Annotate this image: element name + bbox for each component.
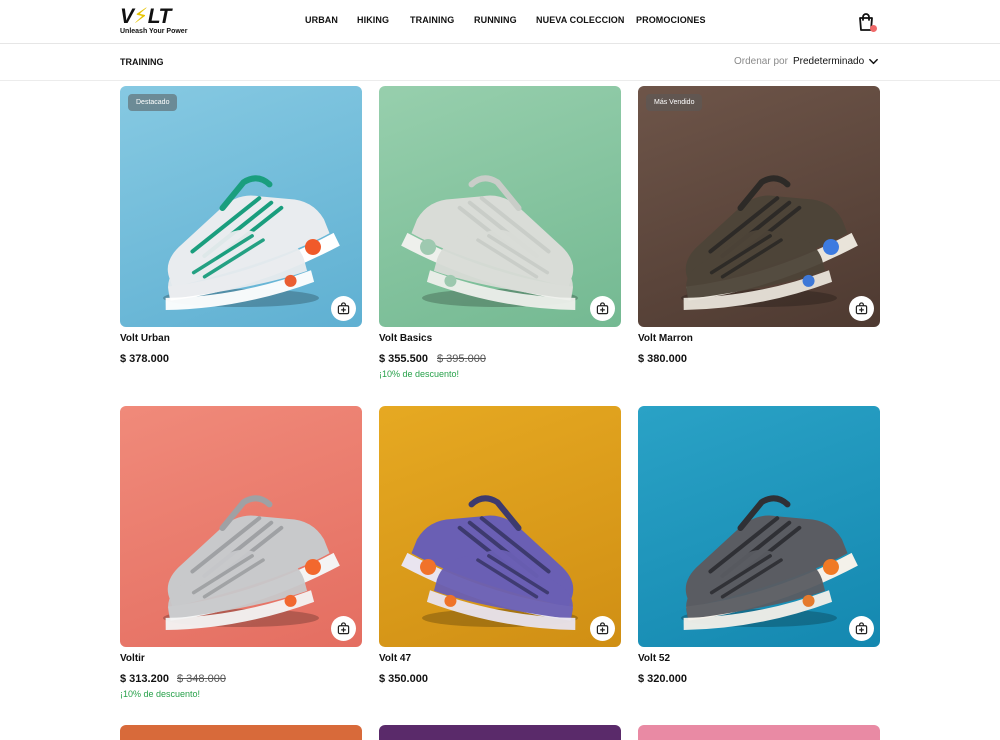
product-image[interactable] (379, 406, 621, 647)
product-name[interactable]: Volt Urban (120, 333, 170, 344)
product-image[interactable] (379, 86, 621, 327)
sort-label: Ordenar por (734, 56, 788, 67)
product-image[interactable]: Más Vendido (638, 86, 880, 327)
product-badge: Destacado (128, 94, 178, 111)
product-name[interactable]: Volt 47 (379, 653, 411, 664)
bag-plus-icon (855, 302, 868, 315)
top-header: V⚡LT Unleash Your Power URBAN HIKING TRA… (0, 0, 1000, 44)
logo-tagline: Unleash Your Power (120, 28, 188, 35)
product-card-partial[interactable] (379, 725, 621, 740)
add-to-cart-button[interactable] (849, 296, 874, 321)
product-price: $ 378.000 (120, 353, 169, 365)
product-name[interactable]: Volt 52 (638, 653, 670, 664)
product-name[interactable]: Volt Marron (638, 333, 693, 344)
nav-item-urban[interactable]: URBAN (305, 15, 338, 25)
bolt-icon: ⚡ (133, 5, 149, 28)
logo-wordmark: V⚡LT (120, 5, 171, 28)
product-card[interactable]: Voltir $ 313.200 $ 348.000 ¡10% de descuent… (120, 406, 362, 699)
nav-item-promociones[interactable]: PROMOCIONES (636, 15, 706, 25)
product-old-price: $ 395.000 (437, 353, 486, 365)
product-price: $ 350.000 (379, 673, 428, 685)
discount-label: ¡10% de descuento! (379, 369, 460, 379)
add-to-cart-button[interactable] (331, 296, 356, 321)
nav-item-nueva-coleccion[interactable]: NUEVA COLECCION (536, 15, 625, 25)
product-card-partial[interactable] (638, 725, 880, 740)
discount-label: ¡10% de descuento! (120, 689, 201, 699)
product-name[interactable]: Voltir (120, 653, 145, 664)
product-card[interactable]: Volt 47 $ 350.000 (379, 406, 621, 685)
bag-plus-icon (855, 622, 868, 635)
bag-plus-icon (596, 302, 609, 315)
product-price: $ 355.500 (379, 353, 428, 365)
product-card[interactable]: Más Vendido Volt Marron $ 380.000 (638, 86, 880, 365)
category-title: TRAINING (120, 57, 164, 67)
product-card[interactable]: Destacado Volt Urban $ 378.000 (120, 86, 362, 365)
product-card-partial[interactable] (120, 725, 362, 740)
add-to-cart-button[interactable] (590, 296, 615, 321)
product-old-price: $ 348.000 (177, 673, 226, 685)
product-image[interactable] (638, 406, 880, 647)
cart-notification-dot (870, 25, 877, 32)
product-image[interactable]: Destacado (120, 86, 362, 327)
product-price: $ 320.000 (638, 673, 687, 685)
category-bar: TRAINING Ordenar por Predeterminado (0, 44, 1000, 81)
nav-item-training[interactable]: TRAINING (410, 15, 454, 25)
product-badge: Más Vendido (646, 94, 703, 111)
bag-plus-icon (596, 622, 609, 635)
brand-logo[interactable]: V⚡LT Unleash Your Power (120, 6, 192, 38)
product-card[interactable]: Volt 52 $ 320.000 (638, 406, 880, 685)
product-price: $ 380.000 (638, 353, 687, 365)
add-to-cart-button[interactable] (331, 616, 356, 641)
chevron-down-icon[interactable] (868, 56, 879, 67)
product-name[interactable]: Volt Basics (379, 333, 432, 344)
nav-item-hiking[interactable]: HIKING (357, 15, 389, 25)
add-to-cart-button[interactable] (590, 616, 615, 641)
product-price: $ 313.200 (120, 673, 169, 685)
bag-plus-icon (337, 622, 350, 635)
bag-plus-icon (337, 302, 350, 315)
sort-dropdown[interactable]: Predeterminado (793, 56, 864, 67)
product-image[interactable] (120, 406, 362, 647)
product-card[interactable]: Volt Basics $ 355.500 $ 395.000 ¡10% de des… (379, 86, 621, 379)
add-to-cart-button[interactable] (849, 616, 874, 641)
nav-item-running[interactable]: RUNNING (474, 15, 517, 25)
